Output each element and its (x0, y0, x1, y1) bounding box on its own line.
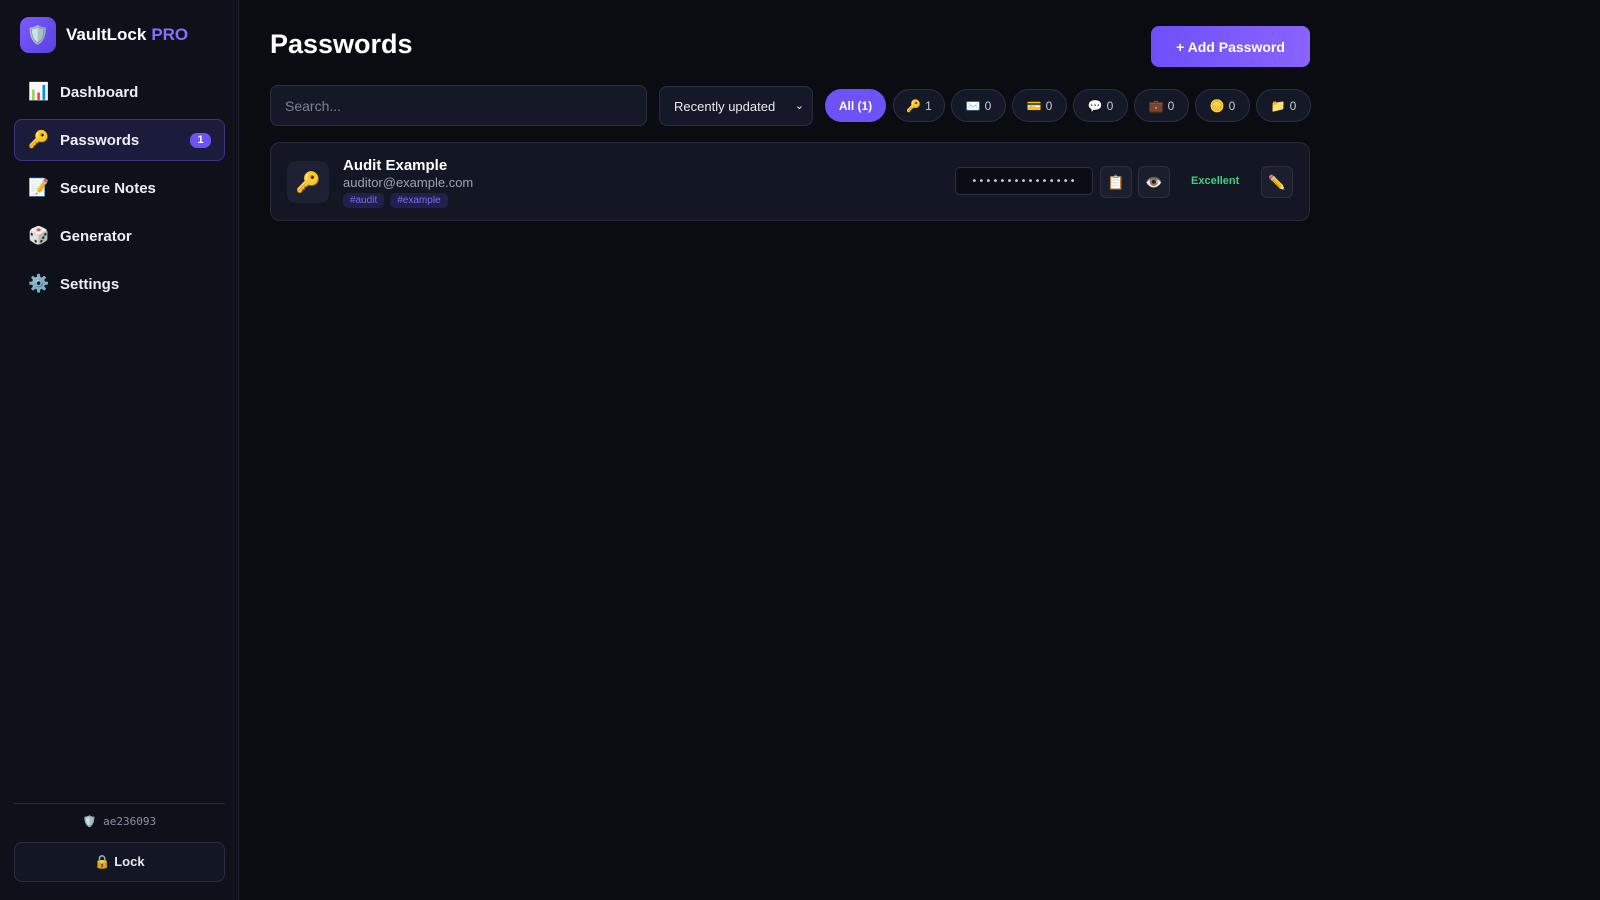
sidebar-item-label: Passwords (60, 131, 140, 149)
copy-password-button[interactable]: 📋 (1100, 166, 1132, 198)
gear-icon: ⚙️ (28, 274, 50, 293)
sidebar-item-label: Dashboard (60, 83, 139, 101)
coin-icon: 🪙 (1209, 98, 1225, 113)
entry-tags: #audit #example (343, 193, 454, 208)
filter-count: 0 (1289, 98, 1297, 113)
divider (14, 803, 225, 804)
pencil-icon: ✏️ (1268, 173, 1286, 190)
filter-logins[interactable]: 🔑 1 (893, 89, 945, 122)
clipboard-icon: 📋 (1107, 173, 1125, 190)
edit-entry-button[interactable]: ✏️ (1261, 166, 1293, 198)
lock-button[interactable]: 🔒 Lock (14, 842, 225, 882)
sidebar-item-generator[interactable]: 🎲 Generator (14, 215, 225, 257)
sidebar-item-passwords[interactable]: 🔑 Passwords 1 (14, 119, 225, 161)
chart-icon: 📊 (28, 82, 50, 101)
filter-work[interactable]: 💼 0 (1134, 89, 1189, 122)
tag[interactable]: #example (390, 193, 448, 208)
strength-label: Excellent (1191, 175, 1240, 187)
filter-all[interactable]: All (1) (825, 89, 886, 122)
sidebar-item-label: Generator (60, 227, 132, 245)
sidebar: 🛡️ VaultLock PRO 📊 Dashboard 🔑 Passwords… (0, 0, 239, 900)
speech-bubble-icon: 💬 (1087, 98, 1103, 113)
filter-label: All (1) (838, 98, 873, 113)
tag[interactable]: #audit (343, 193, 385, 208)
shield-icon: 🛡️ (82, 815, 97, 828)
reveal-password-button[interactable]: 👁️ (1138, 166, 1170, 198)
app-name: VaultLock (66, 25, 147, 44)
key-icon: 🔑 (906, 98, 922, 113)
memo-icon: 📝 (28, 178, 50, 197)
page-title: Passwords (270, 29, 413, 59)
sidebar-item-dashboard[interactable]: 📊 Dashboard (14, 71, 225, 113)
filter-emails[interactable]: ✉️ 0 (951, 89, 1006, 122)
filter-count: 0 (984, 98, 992, 113)
entry-username: auditor@example.com (343, 175, 474, 190)
shield-logo-icon: 🛡️ (20, 17, 56, 53)
count-badge: 1 (190, 132, 211, 148)
sidebar-nav: 📊 Dashboard 🔑 Passwords 1 📝 Secure Notes… (14, 71, 225, 311)
filter-count: 0 (1228, 98, 1236, 113)
sidebar-item-settings[interactable]: ⚙️ Settings (14, 263, 225, 305)
filter-count: 1 (925, 98, 932, 113)
key-icon: 🔑 (28, 130, 50, 149)
filter-count: 0 (1106, 98, 1114, 113)
sidebar-item-secure-notes[interactable]: 📝 Secure Notes (14, 167, 225, 209)
chevron-down-icon: ⌄ (794, 100, 804, 112)
key-icon: 🔑 (287, 161, 329, 203)
sidebar-item-label: Settings (60, 275, 120, 293)
filter-crypto[interactable]: 🪙 0 (1195, 89, 1250, 122)
masked-password-field: ••••••••••••••• (955, 167, 1093, 195)
search-input[interactable] (270, 85, 647, 126)
session-id: 🛡️ ae236093 (14, 815, 225, 828)
sort-select[interactable]: Recently updated ⌄ (659, 86, 813, 126)
briefcase-icon: 💼 (1148, 98, 1164, 113)
envelope-icon: ✉️ (965, 98, 981, 113)
filter-other[interactable]: 📁 0 (1256, 89, 1311, 122)
entry-title: Audit Example (343, 157, 448, 174)
eye-icon: 👁️ (1145, 173, 1163, 190)
folder-icon: 📁 (1270, 98, 1286, 113)
dice-icon: 🎲 (28, 226, 50, 245)
filter-count: 0 (1045, 98, 1053, 113)
filter-social[interactable]: 💬 0 (1073, 89, 1128, 122)
filter-count: 0 (1167, 98, 1175, 113)
sort-select-value: Recently updated (674, 98, 776, 114)
filter-cards[interactable]: 💳 0 (1012, 89, 1067, 122)
brand[interactable]: 🛡️ VaultLock PRO (20, 17, 188, 53)
app-tier: PRO (151, 25, 189, 44)
add-password-button[interactable]: + Add Password (1151, 26, 1310, 67)
session-id-text: ae236093 (103, 815, 157, 828)
credit-card-icon: 💳 (1026, 98, 1042, 113)
sidebar-item-label: Secure Notes (60, 179, 156, 197)
password-entry[interactable]: 🔑 Audit Example auditor@example.com #aud… (270, 142, 1310, 221)
